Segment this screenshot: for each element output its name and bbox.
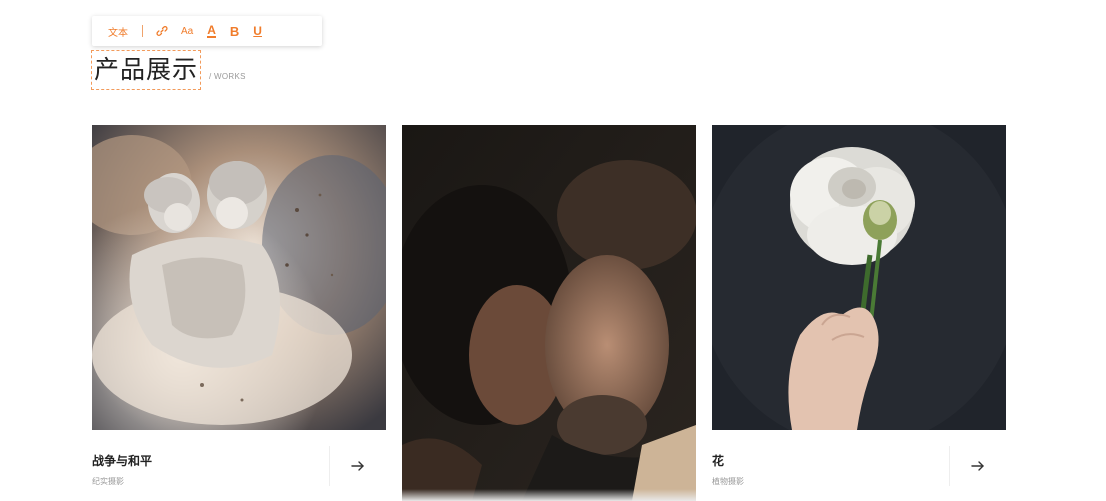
card-title[interactable]: 花 bbox=[712, 452, 724, 469]
arrow-right-icon[interactable] bbox=[350, 458, 366, 472]
couple-embrace-dark-photo[interactable] bbox=[402, 125, 696, 501]
bottom-fade bbox=[402, 489, 696, 501]
white-rose-in-hand-photo[interactable] bbox=[712, 125, 1006, 430]
page-title[interactable]: 产品展示 bbox=[91, 50, 202, 90]
work-card[interactable] bbox=[402, 125, 696, 501]
text-style-button[interactable]: 文本 bbox=[108, 24, 128, 39]
card-divider bbox=[329, 446, 330, 486]
page-subtitle: / WORKS bbox=[209, 72, 246, 81]
work-card[interactable]: 战争与和平 纪实摄影 bbox=[92, 125, 386, 492]
underline-button[interactable]: U bbox=[253, 24, 262, 38]
toolbar-separator bbox=[142, 25, 143, 37]
arrow-right-icon[interactable] bbox=[970, 458, 986, 472]
work-card[interactable]: 花 植物摄影 bbox=[712, 125, 1006, 492]
card-title[interactable]: 战争与和平 bbox=[92, 452, 152, 469]
card-divider bbox=[949, 446, 950, 486]
card-footer: 花 植物摄影 bbox=[712, 430, 1006, 492]
card-footer: 战争与和平 纪实摄影 bbox=[92, 430, 386, 492]
card-subtitle: 植物摄影 bbox=[712, 477, 744, 486]
font-size-button[interactable]: Aa bbox=[181, 26, 193, 37]
link-icon[interactable] bbox=[155, 24, 169, 38]
card-subtitle: 纪实摄影 bbox=[92, 477, 124, 486]
font-color-button[interactable]: A bbox=[207, 24, 216, 38]
text-edit-toolbar: 文本 Aa A B U bbox=[92, 16, 322, 46]
cherub-statues-dust-photo[interactable] bbox=[92, 125, 386, 430]
section-heading: 产品展示 / WORKS bbox=[91, 50, 246, 90]
bold-button[interactable]: B bbox=[230, 24, 239, 39]
